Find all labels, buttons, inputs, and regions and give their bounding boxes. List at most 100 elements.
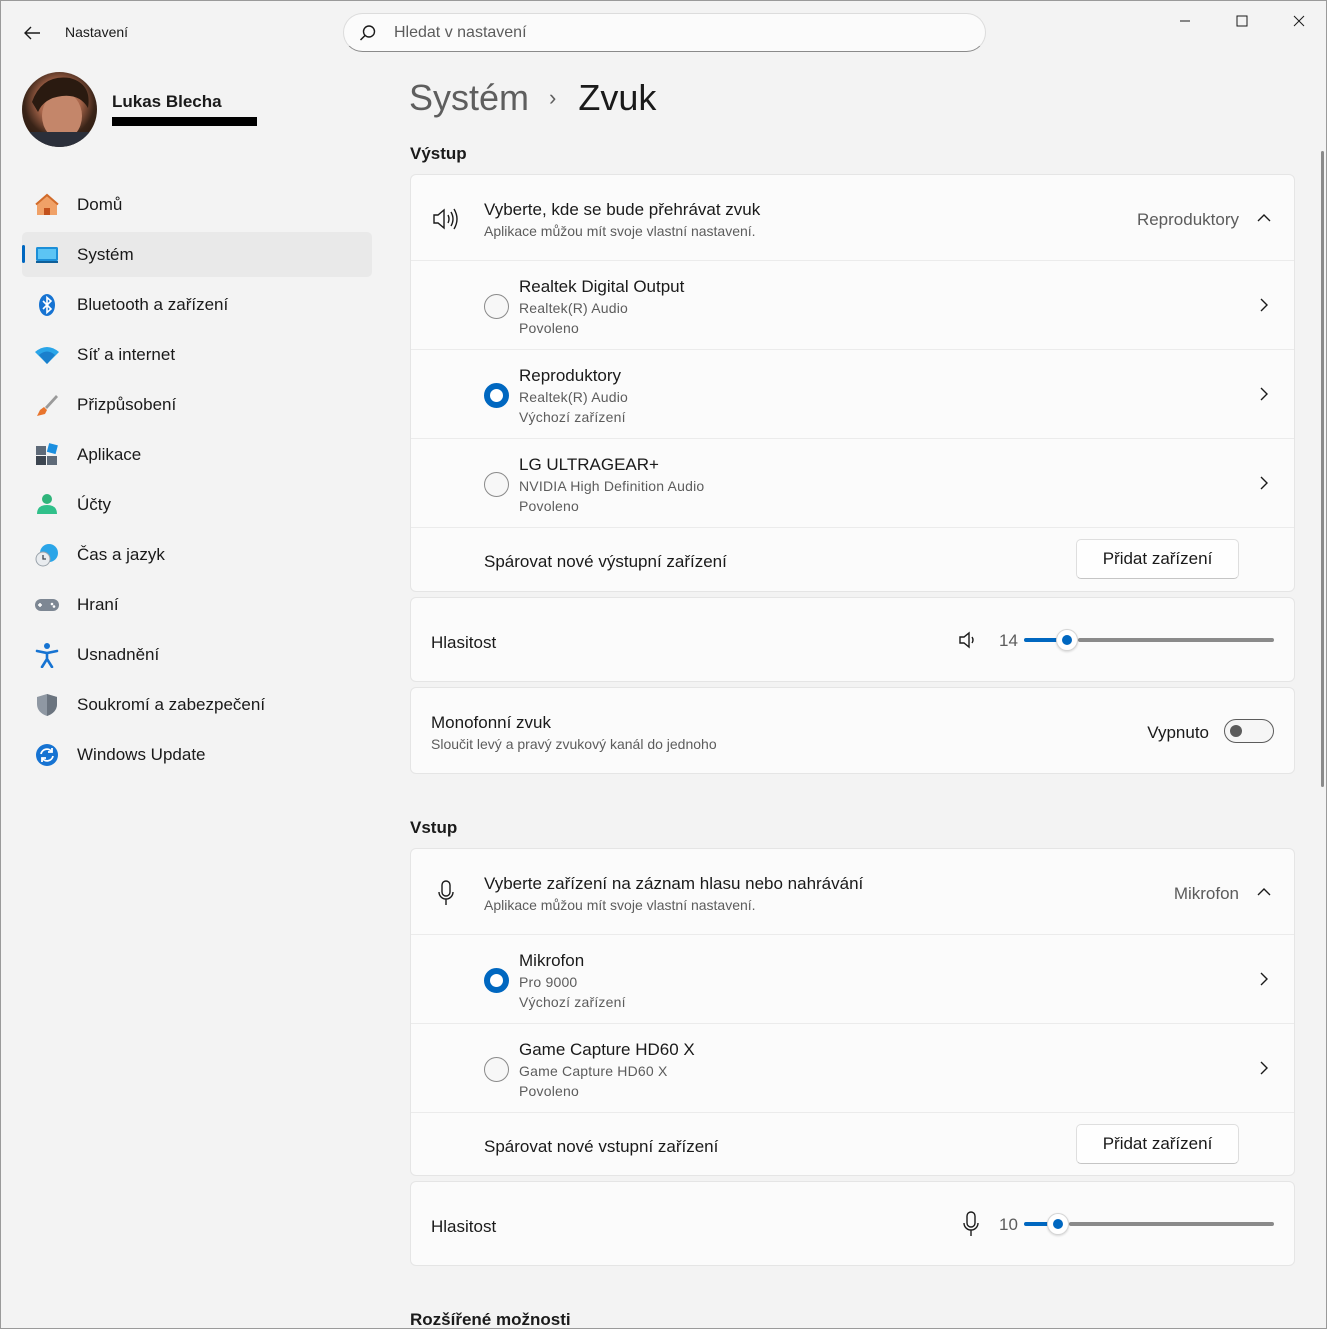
- app-title: Nastavení: [65, 24, 129, 40]
- radio-button[interactable]: [484, 968, 509, 993]
- search-icon: [359, 25, 376, 41]
- device-driver: Realtek(R) Audio: [519, 389, 629, 405]
- chevron-right-icon[interactable]: [1257, 387, 1271, 401]
- device-status: Povoleno: [519, 1083, 579, 1099]
- input-header-title: Vyberte zařízení na záznam hlasu nebo na…: [484, 874, 864, 893]
- chevron-right-icon[interactable]: [1257, 476, 1271, 490]
- slider-track: [1068, 1222, 1274, 1226]
- output-volume-label: Hlasitost: [431, 633, 497, 652]
- device-driver: Game Capture HD60 X: [519, 1063, 668, 1079]
- minimize-button[interactable]: [1156, 1, 1213, 41]
- device-name: LG ULTRAGEAR+: [519, 455, 659, 474]
- chevron-right-icon[interactable]: [1257, 972, 1271, 986]
- sidebar-item-network[interactable]: Síť a internet: [22, 332, 372, 377]
- device-name: Game Capture HD60 X: [519, 1040, 695, 1059]
- output-volume-value: 14: [999, 631, 1018, 650]
- maximize-icon: [1236, 15, 1247, 27]
- mono-audio-title: Monofonní zvuk: [431, 713, 552, 732]
- search-box[interactable]: [343, 13, 986, 52]
- radio-button[interactable]: [484, 1057, 509, 1082]
- output-section-title: Výstup: [410, 144, 467, 163]
- mono-audio-subtitle: Sloučit levý a pravý zvukový kanál do je…: [431, 736, 717, 752]
- input-volume-value: 10: [999, 1215, 1018, 1234]
- maximize-button[interactable]: [1213, 1, 1270, 41]
- time-language-icon: [34, 542, 60, 568]
- output-device-header[interactable]: Vyberte, kde se bude přehrávat zvuk Apli…: [411, 175, 1294, 260]
- user-profile[interactable]: Lukas Blecha: [22, 72, 372, 150]
- slider-thumb[interactable]: [1055, 629, 1078, 651]
- input-device-header[interactable]: Vyberte zařízení na záznam hlasu nebo na…: [411, 849, 1294, 934]
- slider-fill: [1024, 638, 1058, 642]
- sidebar-item-apps[interactable]: Aplikace: [22, 432, 372, 477]
- input-volume-label: Hlasitost: [431, 1217, 497, 1236]
- back-button[interactable]: [17, 19, 47, 47]
- input-device-card: Vyberte zařízení na záznam hlasu nebo na…: [410, 848, 1295, 1176]
- output-volume-card: Hlasitost 14: [410, 597, 1295, 682]
- sidebar-item-bluetooth[interactable]: Bluetooth a zařízení: [22, 282, 372, 327]
- sidebar-item-time-language[interactable]: Čas a jazyk: [22, 532, 372, 577]
- pair-input-label: Spárovat nové vstupní zařízení: [484, 1137, 719, 1156]
- title-bar: Nastavení: [1, 1, 1327, 63]
- device-name: Mikrofon: [519, 951, 585, 970]
- user-name: Lukas Blecha: [112, 92, 222, 111]
- minimize-icon: [1179, 20, 1190, 22]
- sidebar-item-system[interactable]: Systém: [22, 232, 372, 277]
- output-volume-slider[interactable]: [1024, 629, 1274, 651]
- chevron-right-icon[interactable]: [1257, 298, 1271, 312]
- sidebar-item-personalization[interactable]: Přizpůsobení: [22, 382, 372, 427]
- sidebar-item-windows-update[interactable]: Windows Update: [22, 732, 372, 777]
- close-icon: [1293, 15, 1304, 27]
- radio-button[interactable]: [484, 383, 509, 408]
- account-icon: [34, 492, 60, 518]
- device-driver: Realtek(R) Audio: [519, 300, 629, 316]
- mono-audio-card: Monofonní zvuk Sloučit levý a pravý zvuk…: [410, 687, 1295, 774]
- system-icon: [34, 242, 60, 268]
- output-device-card: Vyberte, kde se bude přehrávat zvuk Apli…: [410, 174, 1295, 592]
- shield-icon: [34, 692, 60, 718]
- radio-button[interactable]: [484, 294, 509, 319]
- breadcrumb-parent-link[interactable]: Systém: [409, 77, 529, 119]
- input-device-row-microphone[interactable]: Mikrofon Pro 9000 Výchozí zařízení: [411, 934, 1294, 1023]
- chevron-right-icon[interactable]: [1257, 1061, 1271, 1075]
- speaker-icon[interactable]: [958, 631, 978, 649]
- output-header-subtitle: Aplikace můžou mít svoje vlastní nastave…: [484, 223, 756, 239]
- output-device-row-speakers[interactable]: Reproduktory Realtek(R) Audio Výchozí za…: [411, 349, 1294, 438]
- sidebar-nav: Domů Systém Bluetooth a zařízení Síť a i…: [22, 182, 372, 782]
- device-driver: NVIDIA High Definition Audio: [519, 478, 705, 494]
- sidebar-item-privacy[interactable]: Soukromí a zabezpečení: [22, 682, 372, 727]
- back-arrow-icon: [24, 26, 40, 40]
- pair-output-label: Spárovat nové výstupní zařízení: [484, 552, 727, 571]
- close-button[interactable]: [1270, 1, 1327, 41]
- device-name: Reproduktory: [519, 366, 622, 385]
- redacted-email: [112, 117, 257, 126]
- add-input-device-button[interactable]: Přidat zařízení: [1076, 1124, 1239, 1164]
- device-status: Povoleno: [519, 320, 579, 336]
- device-status: Výchozí zařízení: [519, 409, 626, 425]
- radio-button[interactable]: [484, 472, 509, 497]
- microphone-icon[interactable]: [962, 1211, 980, 1237]
- scrollbar[interactable]: [1321, 151, 1324, 787]
- mono-audio-toggle[interactable]: [1224, 719, 1274, 743]
- output-device-row-lg-ultragear[interactable]: LG ULTRAGEAR+ NVIDIA High Definition Aud…: [411, 438, 1294, 527]
- device-name: Realtek Digital Output: [519, 277, 685, 296]
- output-device-row-realtek-digital[interactable]: Realtek Digital Output Realtek(R) Audio …: [411, 260, 1294, 349]
- add-output-device-button[interactable]: Přidat zařízení: [1076, 539, 1239, 579]
- pair-input-row: Spárovat nové vstupní zařízení Přidat za…: [411, 1112, 1294, 1176]
- slider-thumb[interactable]: [1046, 1213, 1069, 1235]
- device-driver: Pro 9000: [519, 974, 578, 990]
- chevron-up-icon[interactable]: [1257, 211, 1271, 225]
- advanced-section-title: Rozšířené možnosti: [410, 1310, 571, 1329]
- sidebar-item-accounts[interactable]: Účty: [22, 482, 372, 527]
- avatar: [22, 72, 97, 147]
- mono-audio-state: Vypnuto: [1147, 723, 1209, 742]
- sidebar-item-gaming[interactable]: Hraní: [22, 582, 372, 627]
- input-device-row-game-capture[interactable]: Game Capture HD60 X Game Capture HD60 X …: [411, 1023, 1294, 1112]
- wifi-icon: [34, 342, 60, 368]
- input-volume-slider[interactable]: [1024, 1213, 1274, 1235]
- sidebar-item-accessibility[interactable]: Usnadnění: [22, 632, 372, 677]
- chevron-up-icon[interactable]: [1257, 885, 1271, 899]
- search-input[interactable]: [394, 22, 954, 44]
- sidebar-item-home[interactable]: Domů: [22, 182, 372, 227]
- pair-output-row: Spárovat nové výstupní zařízení Přidat z…: [411, 527, 1294, 591]
- input-volume-card: Hlasitost 10: [410, 1181, 1295, 1266]
